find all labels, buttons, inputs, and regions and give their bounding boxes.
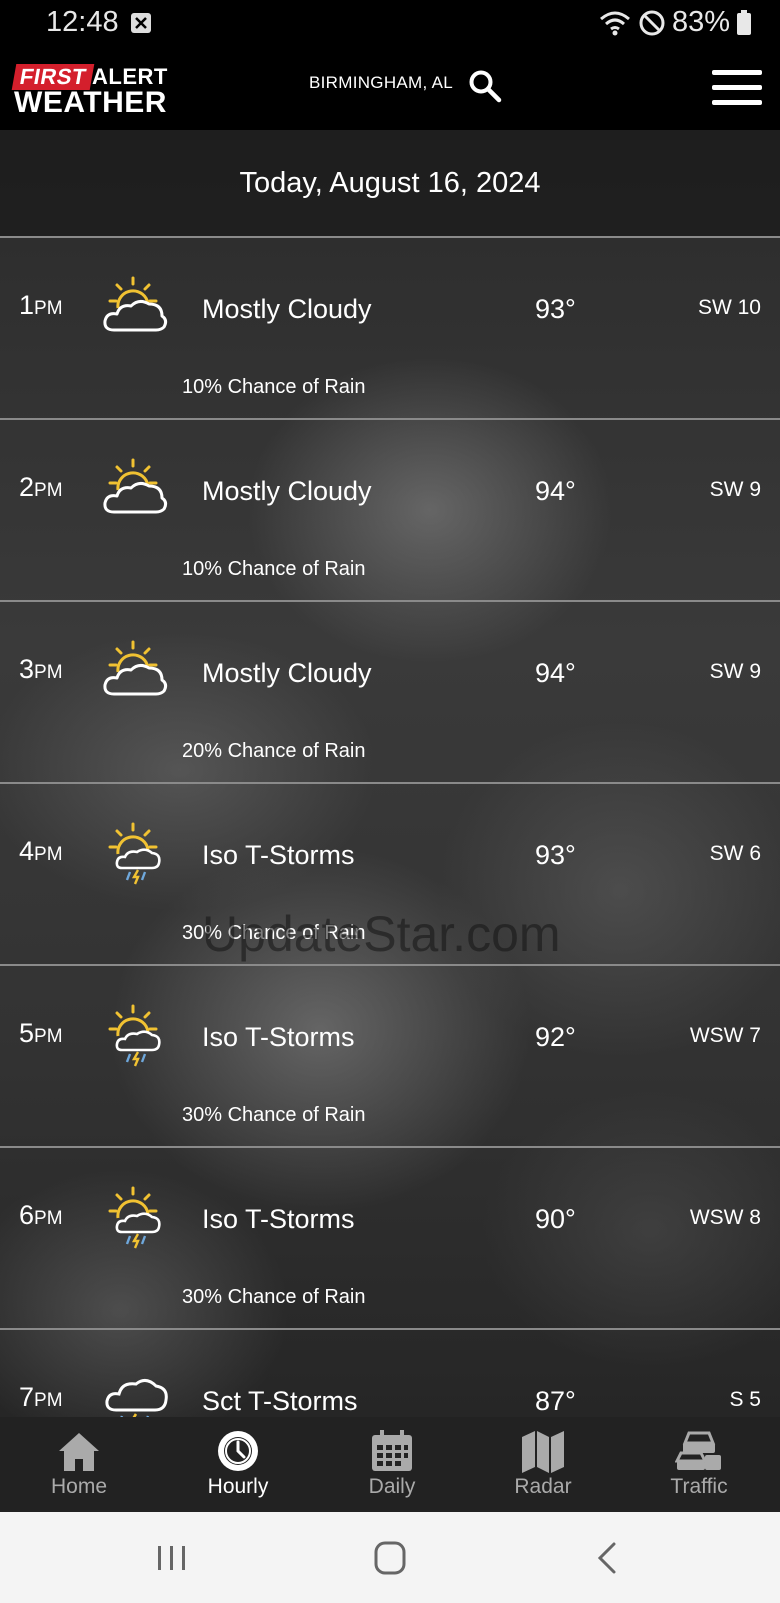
row-condition: Mostly Cloudy: [202, 294, 372, 324]
recent-apps-icon[interactable]: [152, 1540, 192, 1576]
row-wind: S 5: [729, 1388, 761, 1411]
wifi-icon: [599, 11, 630, 35]
nav-home[interactable]: Home: [14, 1417, 144, 1512]
row-wind: WSW 7: [689, 1024, 761, 1047]
row-wind: SW 9: [709, 478, 761, 501]
partly-cloudy-icon: [100, 638, 170, 704]
row-hour: 7PM: [19, 1382, 63, 1412]
partly-cloudy-icon: [100, 456, 170, 522]
home-button-icon[interactable]: [370, 1540, 410, 1576]
row-wind: SW 9: [709, 660, 761, 683]
back-icon[interactable]: [590, 1540, 630, 1576]
row-rain-chance: 20% Chance of Rain: [182, 740, 366, 762]
home-icon: [59, 1433, 99, 1471]
hourly-row[interactable]: 6PM Iso T-Storms 90° WSW 8 30% Chance of…: [0, 1148, 780, 1330]
row-condition: Mostly Cloudy: [202, 658, 372, 688]
watermark: UpdateStar.com: [202, 906, 561, 962]
nav-daily[interactable]: Daily: [327, 1417, 457, 1512]
row-wind: WSW 8: [689, 1206, 761, 1229]
hourly-row[interactable]: 5PM Iso T-Storms 92° WSW 7 30% Chance of…: [0, 966, 780, 1148]
row-rain-chance: 10% Chance of Rain: [182, 376, 366, 398]
app-header: FIRST ALERT WEATHER BIRMINGHAM, AL: [0, 50, 780, 130]
row-temperature: 92°: [535, 1022, 576, 1052]
row-wind: SW 6: [709, 842, 761, 865]
clock-icon: [218, 1431, 258, 1471]
status-right: 83%: [598, 6, 752, 39]
map-icon: [522, 1431, 564, 1473]
row-condition: Sct T-Storms: [202, 1386, 358, 1416]
hourly-row[interactable]: 1PM Mostly Cloudy 93° SW 10 10% Chance o…: [0, 238, 780, 420]
row-temperature: 87°: [535, 1386, 576, 1416]
row-hour: 2PM: [19, 472, 63, 502]
row-rain-chance: 30% Chance of Rain: [182, 1104, 366, 1126]
sun-thunderstorm-icon: [100, 820, 170, 886]
hamburger-menu-icon[interactable]: [712, 70, 762, 106]
status-bar: 12:48 83%: [0, 0, 780, 50]
hourly-list: 1PM Mostly Cloudy 93° SW 10 10% Chance o…: [0, 238, 780, 1417]
hourly-forecast[interactable]: Today, August 16, 2024 1PM Mostly Cloudy…: [0, 130, 780, 1417]
row-condition: Iso T-Storms: [202, 1204, 355, 1234]
row-temperature: 90°: [535, 1204, 576, 1234]
battery-percent: 83%: [671, 6, 730, 38]
do-not-disturb-icon: [639, 10, 665, 35]
row-condition: Mostly Cloudy: [202, 476, 372, 506]
hourly-row[interactable]: 2PM Mostly Cloudy 94° SW 9 10% Chance of…: [0, 420, 780, 602]
thunderstorm-icon: [100, 1366, 170, 1417]
nav-radar-label: Radar: [514, 1475, 572, 1498]
status-time: 12:48: [46, 6, 119, 38]
hourly-row[interactable]: 3PM Mostly Cloudy 94° SW 9 20% Chance of…: [0, 602, 780, 784]
row-temperature: 94°: [535, 658, 576, 688]
bottom-nav: Home Hourly Daily Radar Traffic: [0, 1417, 780, 1512]
battery-icon: [737, 9, 751, 35]
location-label[interactable]: BIRMINGHAM, AL: [309, 73, 453, 93]
hourly-row[interactable]: 7PM Sct T-Storms 87° S 5: [0, 1330, 780, 1417]
logo-weather: WEATHER: [14, 86, 167, 119]
row-wind: SW 10: [697, 296, 761, 319]
nav-hourly-label: Hourly: [207, 1475, 269, 1498]
nav-daily-label: Daily: [368, 1475, 416, 1498]
row-hour: 6PM: [19, 1200, 63, 1230]
nav-home-label: Home: [50, 1475, 108, 1498]
sun-thunderstorm-icon: [100, 1002, 170, 1068]
row-rain-chance: 10% Chance of Rain: [182, 558, 366, 580]
row-condition: Iso T-Storms: [202, 840, 355, 870]
row-hour: 3PM: [19, 654, 63, 684]
sun-thunderstorm-icon: [100, 1184, 170, 1250]
nav-hourly[interactable]: Hourly: [173, 1417, 303, 1512]
nav-traffic[interactable]: Traffic: [634, 1417, 764, 1512]
row-temperature: 93°: [535, 840, 576, 870]
system-nav-bar: [0, 1512, 780, 1603]
row-hour: 4PM: [19, 836, 63, 866]
row-hour: 5PM: [19, 1018, 63, 1048]
row-hour: 1PM: [19, 290, 63, 320]
first-alert-weather-logo[interactable]: FIRST ALERT WEATHER: [11, 64, 174, 119]
row-condition: Iso T-Storms: [202, 1022, 355, 1052]
calendar-icon: [372, 1430, 412, 1471]
nav-radar[interactable]: Radar: [478, 1417, 608, 1512]
traffic-icon: [675, 1431, 721, 1470]
row-temperature: 94°: [535, 476, 576, 506]
date-header: Today, August 16, 2024: [0, 130, 780, 238]
nav-traffic-label: Traffic: [670, 1475, 728, 1498]
row-temperature: 93°: [535, 294, 576, 324]
search-icon[interactable]: [468, 69, 502, 103]
partly-cloudy-icon: [100, 274, 170, 340]
notification-icon: [131, 13, 151, 33]
row-rain-chance: 30% Chance of Rain: [182, 1286, 366, 1308]
